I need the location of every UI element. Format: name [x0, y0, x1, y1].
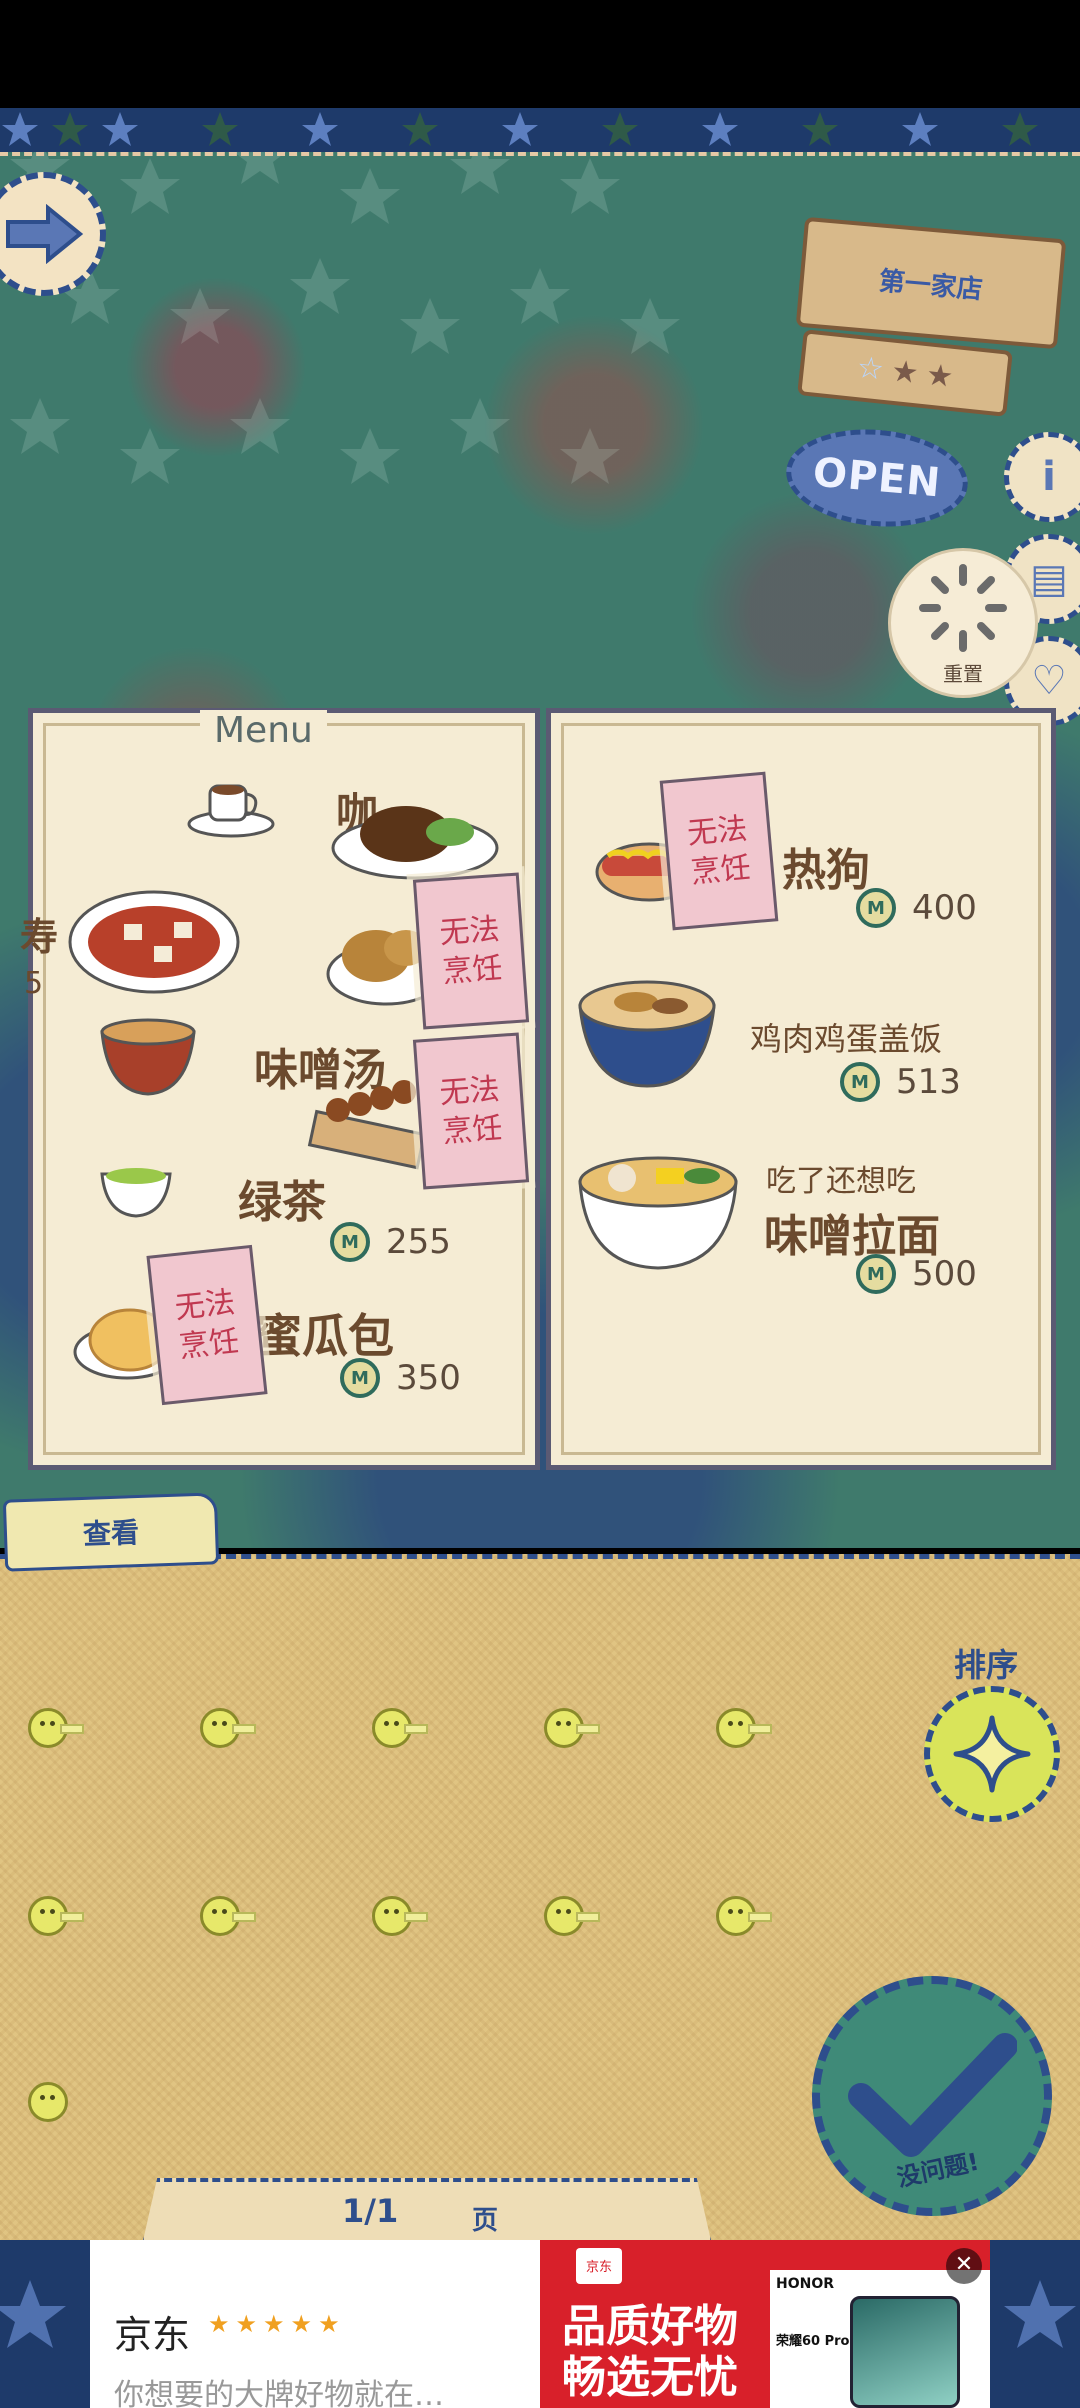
top-star-border [0, 108, 1080, 152]
jd-logo: 京东 [576, 2248, 622, 2284]
ad-close-button[interactable]: ✕ [946, 2248, 982, 2284]
green-tea-cup-icon[interactable] [96, 1160, 176, 1220]
sort-label: 排序 [954, 1646, 1019, 1684]
hamburg-steak-plate-icon[interactable] [330, 790, 500, 882]
shop-name-sign: 第一家店 [795, 216, 1067, 350]
yakitori-skewers-icon[interactable] [304, 1064, 424, 1172]
ramen-caption: 吃了还想吃 [766, 1164, 916, 1199]
empty-slot[interactable] [716, 1708, 786, 1758]
empty-slot[interactable] [544, 1708, 614, 1758]
ad-rating-stars: ★★★★★ [208, 2310, 346, 2338]
dish-label-oyakodon: 鸡肉鸡蛋盖饭 [750, 1020, 943, 1058]
empty-slot[interactable] [28, 2082, 98, 2132]
stamp-text: 无法 [438, 1071, 501, 1112]
loading-spinner-icon [919, 563, 1007, 652]
menu-title: Menu [200, 710, 327, 751]
empty-slot[interactable] [544, 1896, 614, 1946]
empty-slot[interactable] [28, 1708, 98, 1758]
empty-slot[interactable] [372, 1708, 442, 1758]
cannot-cook-stamp: 无法 烹饪 [659, 771, 779, 931]
price-ramen: M 500 [856, 1254, 977, 1294]
ad-slogan-line: 畅选无忧 [562, 2351, 738, 2403]
sort-button[interactable] [924, 1686, 1060, 1822]
empty-slot[interactable] [716, 1896, 786, 1946]
stamp-text: 无法 [438, 911, 501, 952]
heart-icon: ♡ [1031, 658, 1067, 704]
price-value: 513 [896, 1062, 961, 1102]
price-value: 500 [912, 1254, 977, 1294]
rating-star-icon: ☆ [855, 350, 886, 388]
coin-icon: M [856, 888, 896, 928]
rating-star-icon: ★ [924, 357, 955, 395]
price-green-tea: M 255 [330, 1222, 451, 1262]
ad-phone-brand: HONOR [776, 2276, 835, 2292]
info-icon: i [1042, 454, 1056, 500]
oyakodon-bowl-icon[interactable] [576, 966, 718, 1088]
ad-banner[interactable]: 京东 ★★★★★ 你想要的大牌好物就在… 京东 品质好物 畅选无忧 HONOR … [90, 2240, 990, 2408]
empty-slot[interactable] [372, 1896, 442, 1946]
ad-brand-name: 京东 [114, 2313, 191, 2357]
reset-label: 重置 [943, 661, 983, 686]
status-bar-area [0, 0, 1080, 108]
mapo-tofu-plate-icon[interactable] [66, 888, 242, 996]
page-number: 1/1 [342, 2192, 399, 2230]
book-icon: ▤ [1030, 556, 1068, 602]
stamp-text: 烹饪 [441, 950, 504, 991]
stamp-text: 无法 [685, 811, 749, 852]
price-oyakodon: M 513 [840, 1062, 961, 1102]
stamp-text: 烹饪 [177, 1323, 241, 1365]
placeholder-face-icon [28, 2082, 68, 2122]
arrow-right-icon [6, 204, 84, 264]
dish-label-melon-bread: 蜜瓜包 [256, 1309, 394, 1363]
miso-soup-bowl-icon[interactable] [98, 1010, 198, 1098]
empty-slot[interactable] [200, 1896, 270, 1946]
ad-image[interactable]: 京东 品质好物 畅选无忧 HONOR 荣耀60 Pro [540, 2240, 990, 2408]
coin-icon: M [856, 1254, 896, 1294]
price-value: 400 [912, 888, 977, 928]
phone-image [850, 2296, 960, 2408]
price-melon-bread: M 350 [340, 1358, 461, 1398]
coin-icon: M [330, 1222, 370, 1262]
checkmark-icon [848, 2033, 1017, 2157]
stamp-text: 烹饪 [441, 1110, 504, 1151]
coin-icon: M [340, 1358, 380, 1398]
cannot-cook-stamp: 无法 烹饪 [412, 1032, 530, 1190]
stitch-line [0, 152, 1080, 156]
view-tab[interactable]: 查看 [2, 1492, 220, 1572]
stamp-text: 无法 [173, 1285, 237, 1327]
reset-button[interactable]: 重置 [888, 548, 1038, 698]
cannot-cook-stamp: 无法 烹饪 [412, 872, 530, 1030]
price-value: 255 [386, 1222, 451, 1262]
ad-phone-card: HONOR 荣耀60 Pro [770, 2270, 990, 2408]
ad-subtitle: 你想要的大牌好物就在… [114, 2378, 444, 2408]
empty-slot[interactable] [28, 1896, 98, 1946]
ad-slogan: 品质好物 畅选无忧 [562, 2301, 738, 2403]
dish-label-partial: 寿 [20, 915, 59, 959]
price-value: 350 [396, 1358, 461, 1398]
dish-label-green-tea: 绿茶 [238, 1177, 326, 1228]
coin-icon: M [840, 1062, 880, 1102]
miso-ramen-bowl-icon[interactable] [576, 1146, 740, 1270]
page-unit: 页 [472, 2206, 499, 2236]
ad-phone-model: 荣耀60 Pro [776, 2334, 850, 2349]
rating-star-icon: ★ [889, 353, 921, 392]
price-partial: 5 [24, 966, 44, 1001]
stamp-text: 烹饪 [689, 850, 753, 891]
coffee-cup-icon[interactable] [186, 776, 276, 838]
cannot-cook-stamp: 无法 烹饪 [146, 1244, 268, 1406]
ad-slogan-line: 品质好物 [562, 2301, 738, 2352]
sparkle-icon [953, 1715, 1031, 1793]
empty-slot[interactable] [200, 1708, 270, 1758]
price-hotdog: M 400 [856, 888, 977, 928]
